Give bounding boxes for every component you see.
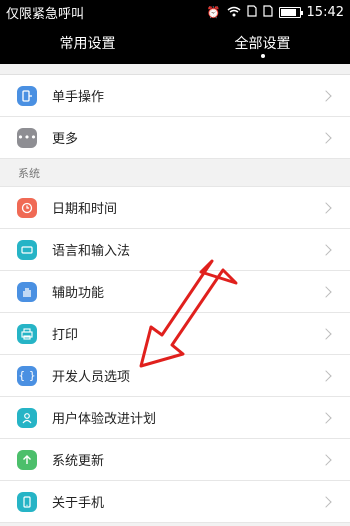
active-tab-indicator bbox=[260, 54, 265, 58]
chevron-right-icon bbox=[320, 131, 332, 144]
tab-common-settings[interactable]: 常用设置 bbox=[0, 24, 175, 64]
list-top-gap bbox=[0, 64, 350, 75]
chevron-right-icon bbox=[320, 201, 332, 214]
chevron-right-icon bbox=[320, 285, 332, 298]
settings-item-label: 更多 bbox=[52, 132, 79, 147]
more-icon: ••• bbox=[17, 127, 37, 148]
status-bar: 仅限紧急呼叫 ⏰ 15:42 bbox=[0, 0, 350, 24]
hand-icon bbox=[17, 281, 37, 302]
settings-item-print[interactable]: 打印 bbox=[0, 313, 350, 355]
settings-item-label: 辅助功能 bbox=[52, 286, 105, 301]
keyboard-icon bbox=[17, 239, 37, 260]
phone-icon bbox=[17, 491, 37, 512]
tab-all-settings[interactable]: 全部设置 bbox=[175, 24, 350, 64]
settings-item-label: 打印 bbox=[52, 328, 79, 343]
settings-list: 单手操作 ••• 更多 系统 日期和时间 语言和输入法 辅助功能 打印 {} … bbox=[0, 64, 350, 523]
settings-item-label: 系统更新 bbox=[52, 454, 105, 469]
braces-icon: { } bbox=[17, 365, 37, 386]
chevron-right-icon bbox=[320, 369, 332, 382]
settings-item-label: 关于手机 bbox=[52, 496, 105, 511]
chevron-right-icon bbox=[320, 89, 332, 102]
tab-bar: 常用设置 全部设置 bbox=[0, 24, 350, 64]
settings-item-label: 用户体验改进计划 bbox=[52, 412, 157, 427]
settings-item-label: 语言和输入法 bbox=[52, 244, 131, 259]
chevron-right-icon bbox=[320, 327, 332, 340]
clock-icon bbox=[17, 197, 37, 218]
settings-item-more[interactable]: ••• 更多 bbox=[0, 117, 350, 159]
chevron-right-icon bbox=[320, 411, 332, 424]
settings-item-language-input[interactable]: 语言和输入法 bbox=[0, 229, 350, 271]
status-icons: ⏰ 15:42 bbox=[207, 5, 344, 20]
user-icon bbox=[17, 407, 37, 428]
settings-item-user-experience[interactable]: 用户体验改进计划 bbox=[0, 397, 350, 439]
carrier-text: 仅限紧急呼叫 bbox=[6, 6, 85, 22]
sim-icon bbox=[246, 5, 257, 19]
settings-item-date-time[interactable]: 日期和时间 bbox=[0, 187, 350, 229]
printer-icon bbox=[17, 323, 37, 344]
settings-item-label: 单手操作 bbox=[52, 90, 105, 105]
chevron-right-icon bbox=[320, 243, 332, 256]
settings-item-one-hand[interactable]: 单手操作 bbox=[0, 75, 350, 117]
one-hand-icon bbox=[17, 85, 37, 106]
settings-item-about-phone[interactable]: 关于手机 bbox=[0, 481, 350, 523]
tab-label: 常用设置 bbox=[59, 36, 116, 52]
settings-item-label: 日期和时间 bbox=[52, 202, 118, 217]
chevron-right-icon bbox=[320, 453, 332, 466]
chevron-right-icon bbox=[320, 495, 332, 508]
clock-time: 15:42 bbox=[306, 4, 344, 20]
settings-item-developer-options[interactable]: { } 开发人员选项 bbox=[0, 355, 350, 397]
section-header-system: 系统 bbox=[0, 159, 350, 187]
up-arrow-icon bbox=[17, 449, 37, 470]
wifi-icon bbox=[227, 6, 241, 19]
settings-item-accessibility[interactable]: 辅助功能 bbox=[0, 271, 350, 313]
tab-label: 全部设置 bbox=[234, 36, 291, 52]
alarm-icon: ⏰ bbox=[206, 5, 221, 19]
settings-item-system-update[interactable]: 系统更新 bbox=[0, 439, 350, 481]
battery-icon bbox=[278, 6, 303, 18]
sim2-icon bbox=[262, 5, 273, 19]
settings-item-label: 开发人员选项 bbox=[52, 370, 131, 385]
